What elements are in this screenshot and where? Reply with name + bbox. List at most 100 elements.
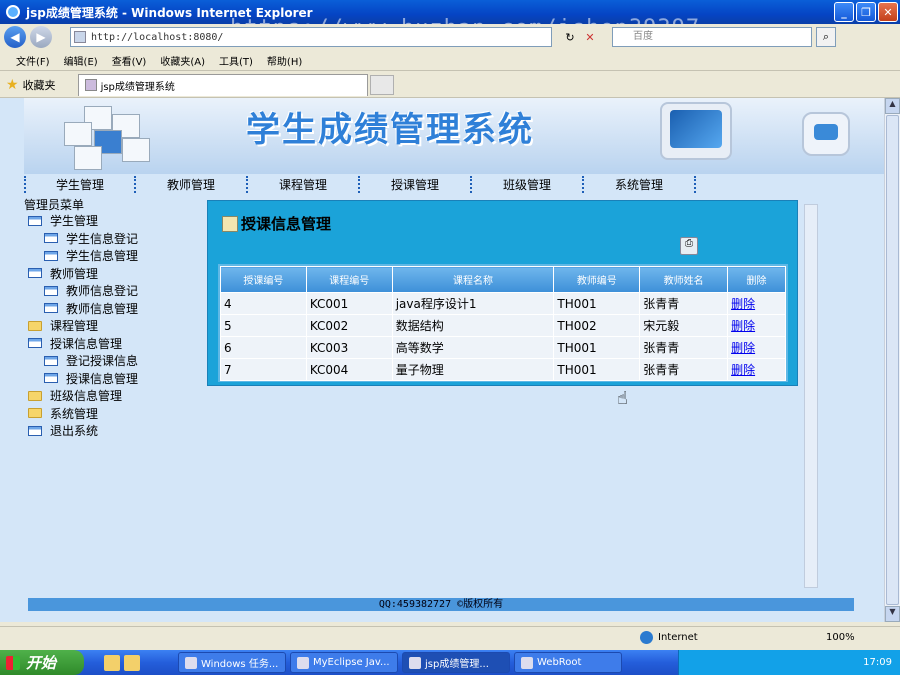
sidebar-item[interactable]: 授课信息管理: [24, 370, 204, 388]
table-cell: 删除: [727, 336, 786, 359]
folder-quicklaunch-icon[interactable]: [124, 654, 140, 671]
close-button[interactable]: ✕: [878, 2, 898, 22]
teaching-panel: 授课信息管理 ⎙ 授课编号 课程编号 课程名称 教师编号 教师姓名 删除 4 KC…: [207, 200, 798, 386]
nav-teaching[interactable]: 授课管理: [360, 175, 472, 193]
system-tray: 17:09: [678, 650, 900, 675]
robot-graphic: [802, 112, 850, 156]
delete-link[interactable]: 删除: [731, 341, 755, 355]
scroll-thumb[interactable]: [886, 115, 899, 605]
sidebar-item[interactable]: 退出系统: [24, 422, 204, 440]
nav-course[interactable]: 课程管理: [248, 175, 360, 193]
delete-link[interactable]: 删除: [731, 297, 755, 311]
window-icon: [44, 373, 58, 384]
sidebar-heading: 管理员菜单: [24, 198, 85, 212]
zoom-level[interactable]: 100%: [826, 632, 855, 643]
ie-quicklaunch-icon[interactable]: [104, 654, 120, 671]
menu-view[interactable]: 查看(V): [112, 53, 147, 68]
col-header: 删除: [727, 266, 786, 293]
window-icon: [28, 425, 42, 436]
delete-link[interactable]: 删除: [731, 363, 755, 377]
sidebar-item-label: 授课信息管理: [50, 336, 123, 351]
monitor-graphic: [660, 102, 732, 160]
menu-tools[interactable]: 工具(T): [219, 53, 253, 68]
notebook-icon: [222, 215, 238, 232]
sidebar-item[interactable]: 教师信息登记: [24, 282, 204, 300]
table-cell: 6: [220, 336, 307, 359]
teaching-table: 授课编号 课程编号 课程名称 教师编号 教师姓名 删除 4 KC001 java程序…: [220, 266, 786, 381]
task-icon: [521, 656, 533, 669]
window-title: jsp成绩管理系统 - Windows Internet Explorer: [26, 5, 313, 20]
favorites-button[interactable]: 收藏夹: [23, 77, 56, 93]
sidebar-item[interactable]: 授课信息管理: [24, 335, 204, 353]
sidebar-item[interactable]: 登记授课信息: [24, 352, 204, 370]
admin-sidebar: 管理员菜单 学生管理 学生信息登记 学生信息管理 教师管理 教师信息登记 教师信息管理课程…: [24, 196, 204, 440]
sidebar-item[interactable]: 课程管理: [24, 317, 204, 335]
menu-help[interactable]: 帮助(H): [267, 53, 302, 68]
menu-file[interactable]: 文件(F): [16, 53, 50, 68]
sidebar-item-label: 学生信息登记: [66, 231, 139, 246]
taskbar-myeclipse[interactable]: MyEclipse Jav...: [290, 652, 398, 673]
search-icon[interactable]: ⌕: [816, 27, 836, 47]
favorites-star-icon: ★: [6, 76, 19, 93]
print-icon[interactable]: ⎙: [680, 237, 698, 255]
table-cell: 4: [220, 292, 307, 315]
sidebar-item-label: 课程管理: [50, 319, 99, 334]
taskbar-task-manager[interactable]: Windows 任务...: [178, 652, 286, 673]
stop-icon[interactable]: ✕: [582, 29, 598, 45]
new-tab-button[interactable]: [369, 74, 394, 95]
search-input[interactable]: 百度: [612, 27, 812, 47]
nav-student[interactable]: 学生管理: [24, 175, 136, 193]
minimize-button[interactable]: _: [834, 2, 854, 22]
taskbar-ie[interactable]: jsp成绩管理...: [402, 652, 510, 673]
sidebar-item[interactable]: 教师信息管理: [24, 300, 204, 318]
sidebar-item[interactable]: 学生管理: [24, 212, 204, 230]
taskbar: 开始 Windows 任务... MyEclipse Jav... jsp成绩管…: [0, 650, 900, 675]
sidebar-item-label: 授课信息管理: [66, 371, 139, 386]
page-content: 学生成绩管理系统 学生管理 教师管理 课程管理 授课管理 班级管理 系统管理 管…: [0, 98, 884, 622]
table-cell: 删除: [727, 292, 786, 315]
col-header: 教师姓名: [639, 266, 729, 293]
browser-tab[interactable]: jsp成绩管理系统: [77, 73, 368, 96]
nav-teacher[interactable]: 教师管理: [136, 175, 248, 193]
table-row: 7 KC004 量子物理 TH001 张青青 删除: [220, 358, 786, 381]
address-bar[interactable]: http://localhost:8080/: [70, 27, 552, 47]
nav-system[interactable]: 系统管理: [584, 175, 696, 193]
scroll-up-button[interactable]: ▲: [885, 98, 900, 114]
delete-link[interactable]: 删除: [731, 319, 755, 333]
table-row: 4 KC001 java程序设计1 TH001 张青青 删除: [220, 292, 786, 315]
page-scrollbar[interactable]: ▲ ▼: [884, 98, 900, 622]
favorites-bar: ★ 收藏夹 jsp成绩管理系统: [0, 72, 900, 98]
tab-title: jsp成绩管理系统: [100, 81, 175, 93]
table-cell: 宋元毅: [639, 314, 729, 337]
start-button[interactable]: 开始: [0, 650, 84, 675]
scroll-down-button[interactable]: ▼: [885, 606, 900, 622]
window-icon: [28, 338, 42, 349]
nav-class[interactable]: 班级管理: [472, 175, 584, 193]
sidebar-item[interactable]: 系统管理: [24, 405, 204, 423]
inner-scrollbar[interactable]: [804, 204, 818, 588]
back-button[interactable]: ◀: [4, 26, 26, 48]
refresh-icon[interactable]: ↻: [562, 29, 578, 45]
table-cell: java程序设计1: [391, 292, 555, 315]
maximize-button[interactable]: ❐: [856, 2, 876, 22]
col-header: 授课编号: [220, 266, 307, 293]
taskbar-webroot[interactable]: WebRoot: [514, 652, 622, 673]
sidebar-item[interactable]: 学生信息登记: [24, 230, 204, 248]
table-cell: 7: [220, 358, 307, 381]
sidebar-item[interactable]: 教师管理: [24, 265, 204, 283]
sidebar-item-label: 班级信息管理: [50, 389, 123, 404]
cube-graphic: [54, 100, 154, 172]
table-cell: TH002: [553, 314, 641, 337]
col-header: 课程名称: [391, 266, 555, 293]
site-banner: 学生成绩管理系统: [24, 98, 884, 174]
window-icon: [44, 355, 58, 366]
forward-button[interactable]: ▶: [30, 26, 52, 48]
window-icon: [44, 250, 58, 261]
menu-favorites[interactable]: 收藏夹(A): [160, 53, 205, 68]
window-icon: [28, 215, 42, 226]
sidebar-item-label: 教师信息管理: [66, 301, 139, 316]
sidebar-item[interactable]: 学生信息管理: [24, 247, 204, 265]
table-cell: KC004: [305, 358, 393, 381]
sidebar-item[interactable]: 班级信息管理: [24, 387, 204, 405]
menu-edit[interactable]: 编辑(E): [64, 53, 98, 68]
